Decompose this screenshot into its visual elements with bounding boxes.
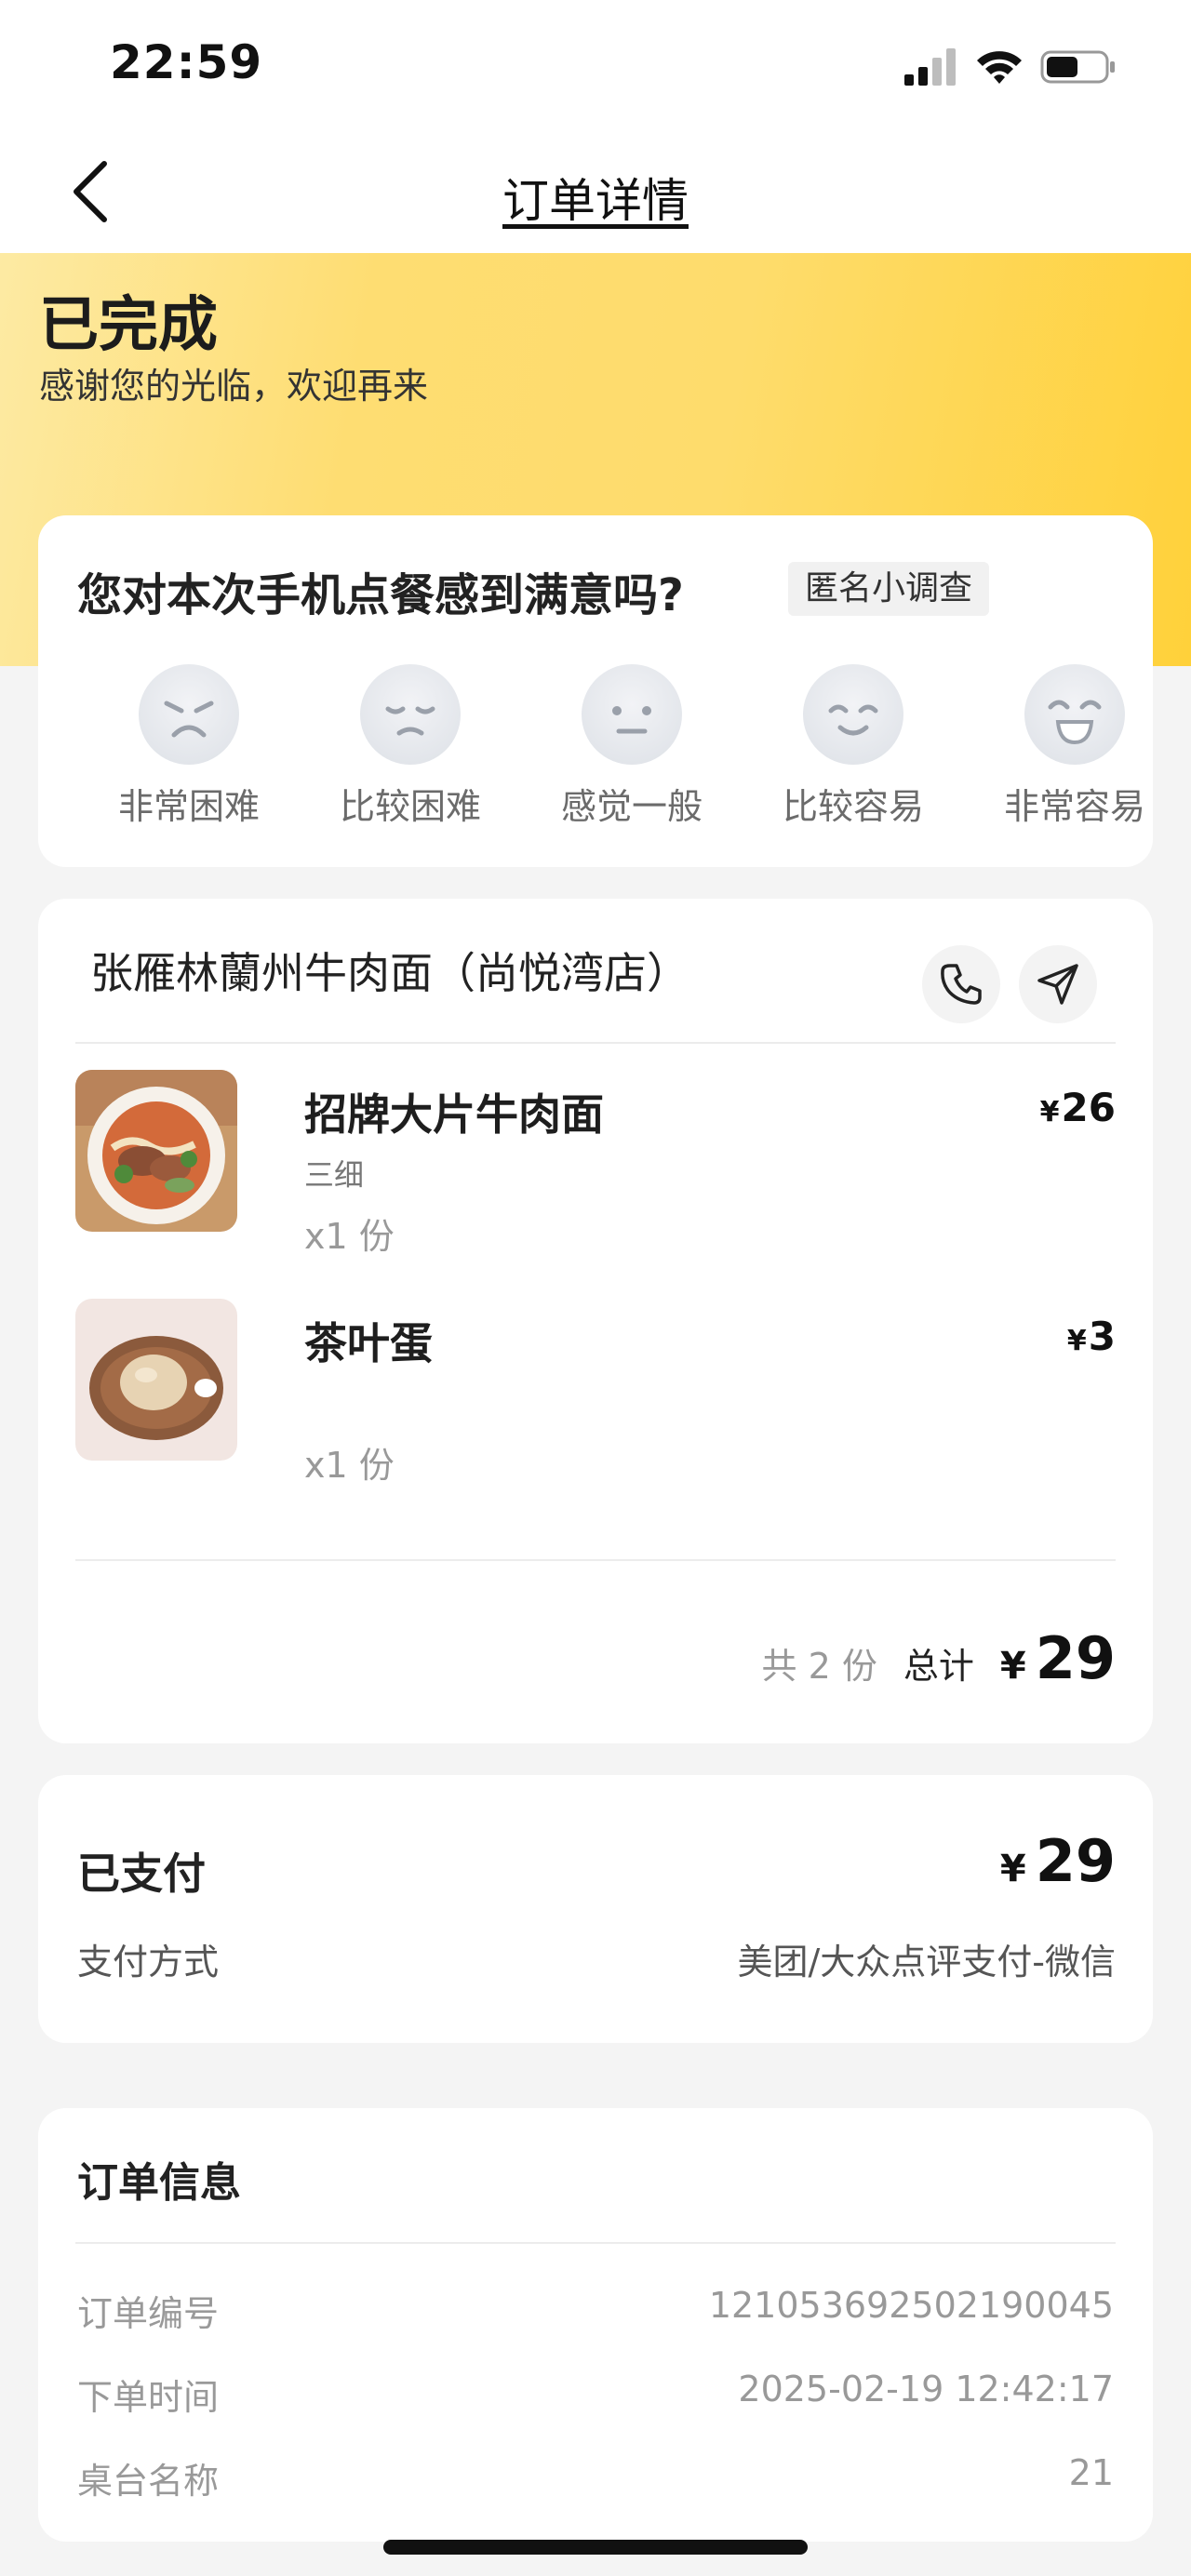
paid-amount: ¥29 <box>1000 1827 1116 1895</box>
info-label: 桌台名称 <box>77 2461 220 2502</box>
sad-face-icon <box>385 706 435 736</box>
payment-status: 已支付 <box>77 1849 206 1899</box>
survey-option-very-easy[interactable]: 非常容易 <box>982 664 1168 829</box>
call-button[interactable] <box>922 945 1000 1023</box>
navigation-arrow-icon <box>1037 964 1078 1005</box>
info-row-order-number: 订单编号 121053692502190045 <box>77 2285 1114 2341</box>
price-value: 3 <box>1088 1314 1116 1359</box>
status-time: 22:59 <box>110 35 263 89</box>
item-price: ¥3 <box>1067 1314 1116 1359</box>
list-item[interactable]: 招牌大片牛肉面 三细 x1 份 ¥26 <box>75 1070 1116 1257</box>
paid-value: 29 <box>1035 1827 1116 1895</box>
order-number[interactable]: 121053692502190045 <box>709 2285 1114 2326</box>
neutral-face-icon <box>612 706 651 734</box>
survey-option-difficult[interactable]: 比较困难 <box>317 664 503 829</box>
list-item[interactable]: 茶叶蛋 x1 份 ¥3 <box>75 1299 1116 1486</box>
thank-you-message: 感谢您的光临，欢迎再来 <box>39 366 429 407</box>
order-info-title: 订单信息 <box>77 2159 241 2207</box>
divider <box>75 1559 1116 1561</box>
survey-option-label: 比较困难 <box>339 786 481 827</box>
payment-card: 已支付 ¥29 支付方式 美团/大众点评支付-微信 <box>38 1775 1153 2043</box>
survey-option-label: 非常困难 <box>117 786 260 827</box>
battery-icon <box>1040 50 1115 84</box>
total-amount: ¥29 <box>1000 1624 1116 1692</box>
total-value: 29 <box>1035 1624 1116 1692</box>
survey-question: 您对本次手机点餐感到满意吗? <box>77 569 684 621</box>
survey-option-label: 比较容易 <box>782 786 924 827</box>
order-time: 2025-02-19 12:42:17 <box>738 2369 1114 2409</box>
page-title: 订单详情 <box>502 174 689 228</box>
beef-noodle-image <box>75 1070 237 1232</box>
payment-method: 美团/大众点评支付-微信 <box>737 1942 1116 1982</box>
navigate-button[interactable] <box>1019 945 1097 1023</box>
item-count: 共 2 份 <box>761 1646 877 1687</box>
item-price: ¥26 <box>1040 1085 1116 1130</box>
divider <box>75 2242 1116 2244</box>
price-value: 26 <box>1061 1085 1116 1130</box>
item-name: 招牌大片牛肉面 <box>304 1089 604 1140</box>
status-bar: 22:59 <box>0 0 1191 130</box>
order-summary: 共 2 份 总计 ¥29 <box>762 1624 1116 1692</box>
cellular-signal-icon <box>904 48 956 86</box>
currency-symbol: ¥ <box>1039 1096 1060 1128</box>
smile-face-icon <box>828 704 878 736</box>
order-status: 已完成 <box>39 291 218 360</box>
order-items-card: 张雁林蘭州牛肉面（尚悦湾店） 招牌大片牛肉面 三细 x1 份 ¥26 茶叶蛋 x… <box>38 899 1153 1743</box>
item-quantity: x1 份 <box>304 1216 395 1257</box>
nav-bar: 订单详情 <box>0 130 1191 253</box>
table-name: 21 <box>1068 2452 1114 2493</box>
home-indicator[interactable] <box>383 2540 808 2555</box>
tea-egg-image <box>75 1299 237 1461</box>
divider <box>75 1042 1116 1044</box>
currency-symbol: ¥ <box>999 1848 1026 1890</box>
total-label: 总计 <box>903 1646 974 1687</box>
info-label: 下单时间 <box>77 2377 220 2418</box>
survey-options: 非常困难 比较困难 感觉一般 比较容易 非常容易 <box>38 664 1153 850</box>
wifi-icon <box>977 51 1022 84</box>
info-label: 订单编号 <box>77 2293 220 2334</box>
payment-method-label: 支付方式 <box>77 1942 220 1982</box>
item-spec: 三细 <box>304 1157 365 1193</box>
survey-option-very-difficult[interactable]: 非常困难 <box>96 664 282 829</box>
survey-option-neutral[interactable]: 感觉一般 <box>539 664 725 829</box>
survey-option-easy[interactable]: 比较容易 <box>760 664 946 829</box>
very-sad-face-icon <box>164 701 214 738</box>
info-row-order-time: 下单时间 2025-02-19 12:42:17 <box>77 2369 1114 2424</box>
survey-badge: 匿名小调查 <box>788 562 990 616</box>
very-happy-face-icon <box>1048 700 1102 745</box>
phone-icon <box>941 964 982 1005</box>
satisfaction-survey-card: 您对本次手机点餐感到满意吗? 匿名小调查 非常困难 比较困难 感觉一般 比较容易… <box>38 515 1153 867</box>
survey-option-label: 感觉一般 <box>560 786 703 827</box>
currency-symbol: ¥ <box>999 1645 1026 1688</box>
status-icons <box>904 41 1117 93</box>
info-row-table: 桌台名称 21 <box>77 2452 1114 2508</box>
shop-name[interactable]: 张雁林蘭州牛肉面（尚悦湾店） <box>90 940 689 1001</box>
item-quantity: x1 份 <box>304 1445 395 1486</box>
item-name: 茶叶蛋 <box>304 1318 433 1368</box>
survey-option-label: 非常容易 <box>1003 786 1145 827</box>
currency-symbol: ¥ <box>1066 1325 1087 1357</box>
order-info-card: 订单信息 订单编号 121053692502190045 下单时间 2025-0… <box>38 2108 1153 2542</box>
